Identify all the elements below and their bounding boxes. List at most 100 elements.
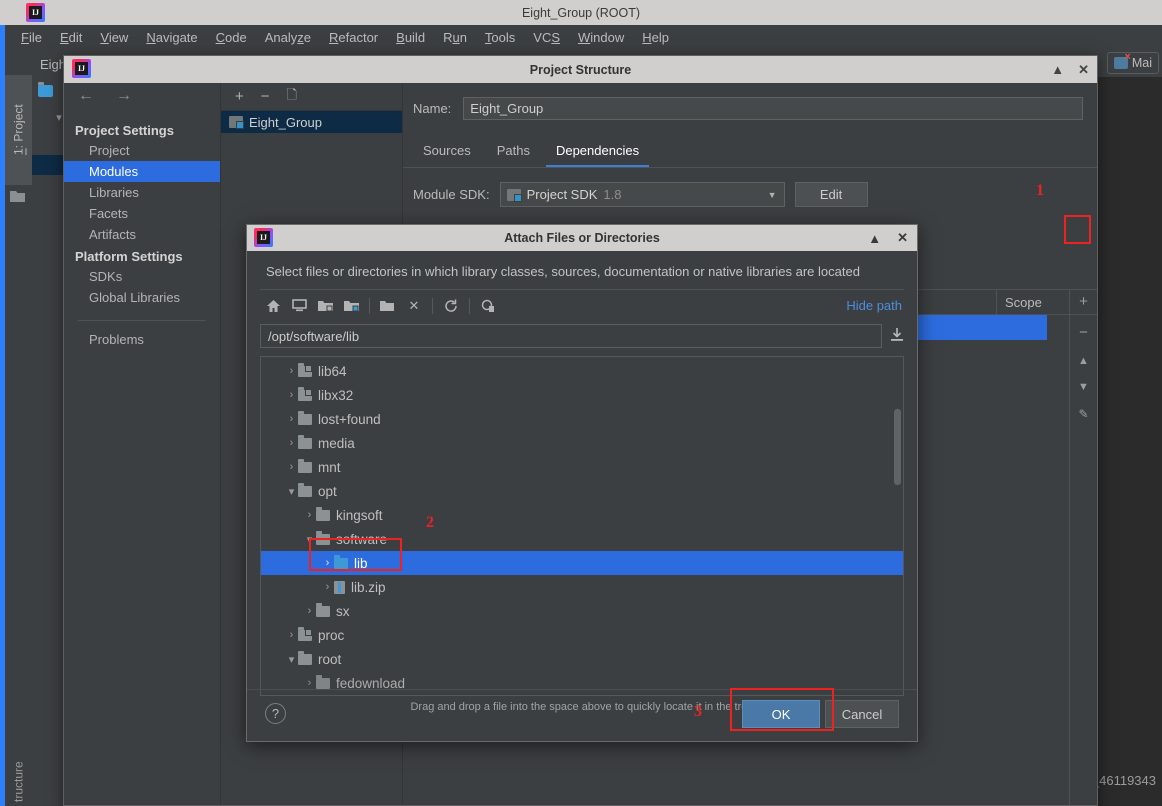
file-tree-row[interactable]: › proc — [261, 623, 903, 647]
close-icon[interactable]: ✕ — [1078, 62, 1089, 78]
copy-icon[interactable]: 🗋 — [287, 86, 297, 108]
chevron-right-icon[interactable]: › — [285, 629, 298, 641]
collapse-icon[interactable]: ▲ — [1051, 62, 1064, 77]
attach-dialog-titlebar: IJ Attach Files or Directories ▲ ✕ — [247, 225, 917, 251]
arrow-right-icon[interactable]: → — [116, 87, 132, 105]
refresh-icon[interactable] — [438, 293, 464, 319]
menu-item-view[interactable]: View — [91, 28, 137, 47]
chevron-right-icon[interactable]: › — [285, 389, 298, 401]
zip-icon — [334, 580, 345, 594]
file-tree-row[interactable]: › lib.zip — [261, 575, 903, 599]
remove-icon[interactable]: − — [1079, 324, 1088, 341]
download-arrow-icon[interactable] — [890, 327, 904, 345]
cancel-button[interactable]: Cancel — [825, 700, 899, 728]
menu-item-edit[interactable]: Edit — [51, 28, 91, 47]
chevron-down-icon[interactable]: ▾ — [285, 653, 298, 666]
file-tree-row[interactable]: ▾ root — [261, 647, 903, 671]
tool-tab-project[interactable]: 1: Project — [5, 75, 32, 185]
file-tree[interactable]: › lib64 › libx32 › lost+found › media › … — [260, 356, 904, 696]
dialog-title: Attach Files or Directories — [504, 231, 660, 245]
collapse-icon[interactable]: ▲ — [868, 231, 881, 246]
arrow-left-icon[interactable]: ← — [78, 87, 94, 105]
file-tree-row[interactable]: › media — [261, 431, 903, 455]
menu-item-file[interactable]: File — [12, 28, 51, 47]
sidebar-item-sdks[interactable]: SDKs — [64, 266, 220, 287]
chevron-right-icon[interactable]: › — [285, 437, 298, 449]
menu-item-window[interactable]: Window — [569, 28, 633, 47]
file-tree-row[interactable]: › libx32 — [261, 383, 903, 407]
menu-item-vcs[interactable]: VCS — [524, 28, 569, 47]
annotation-box-add-button — [1064, 215, 1091, 244]
chevron-right-icon[interactable]: › — [303, 605, 316, 617]
chevron-right-icon[interactable]: › — [303, 509, 316, 521]
menu-item-help[interactable]: Help — [633, 28, 678, 47]
sidebar-item-project[interactable]: Project — [64, 140, 220, 161]
file-tree-row[interactable]: › lost+found — [261, 407, 903, 431]
delete-icon[interactable]: ✕ — [401, 293, 427, 319]
header-scope: Scope — [1005, 294, 1042, 310]
folder-icon — [10, 190, 25, 202]
folder-link-icon — [298, 386, 312, 401]
file-name: lib64 — [318, 363, 347, 379]
move-up-icon[interactable]: ▲ — [1078, 355, 1089, 367]
path-input[interactable]: /opt/software/lib — [260, 324, 882, 348]
module-folder-icon[interactable] — [338, 293, 364, 319]
file-tree-row[interactable]: › kingsoft — [261, 503, 903, 527]
project-folder-icon[interactable] — [312, 293, 338, 319]
module-name-input[interactable]: Eight_Group — [463, 97, 1084, 120]
folder-icon — [298, 434, 312, 449]
file-name: opt — [318, 483, 337, 499]
menu-item-build[interactable]: Build — [387, 28, 434, 47]
chevron-right-icon[interactable]: › — [285, 461, 298, 473]
close-icon[interactable]: ✕ — [897, 230, 908, 246]
main-toolbar-button[interactable]: Mai — [1106, 51, 1159, 74]
remove-icon[interactable]: − — [261, 88, 270, 105]
file-name: lost+found — [318, 411, 381, 427]
menu-item-refactor[interactable]: Refactor — [320, 28, 387, 47]
modules-toolbar: + − 🗋 — [221, 83, 402, 111]
file-tree-scrollbar[interactable] — [894, 409, 901, 485]
show-hidden-icon[interactable] — [475, 293, 501, 319]
sidebar-item-artifacts[interactable]: Artifacts — [64, 224, 220, 245]
chevron-down-icon[interactable]: ▾ — [285, 485, 298, 498]
menu-item-tools[interactable]: Tools — [476, 28, 524, 47]
add-icon[interactable]: + — [235, 88, 244, 105]
edit-pencil-icon[interactable]: ✎ — [1078, 407, 1088, 421]
sidebar-item-libraries[interactable]: Libraries — [64, 182, 220, 203]
move-down-icon[interactable]: ▼ — [1078, 381, 1089, 393]
file-tree-row[interactable]: › lib64 — [261, 359, 903, 383]
menu-item-run[interactable]: Run — [434, 28, 476, 47]
module-sdk-select[interactable]: Project SDK 1.8 ▼ — [499, 182, 785, 207]
sidebar-item-global-libraries[interactable]: Global Libraries — [64, 287, 220, 308]
chevron-right-icon[interactable]: › — [285, 365, 298, 377]
module-list-item[interactable]: Eight_Group — [221, 111, 402, 133]
tab-dependencies[interactable]: Dependencies — [545, 138, 650, 167]
annotation-box-lib-folder — [309, 538, 402, 571]
desktop-icon[interactable] — [286, 293, 312, 319]
chevron-right-icon[interactable]: › — [321, 581, 334, 593]
file-tree-row[interactable]: ▾ opt — [261, 479, 903, 503]
add-icon[interactable]: + — [1079, 293, 1088, 310]
menu-item-analyze[interactable]: Analyze — [256, 28, 320, 47]
sidebar-item-facets[interactable]: Facets — [64, 203, 220, 224]
home-icon[interactable] — [260, 293, 286, 319]
chevron-right-icon[interactable]: › — [303, 677, 316, 689]
project-tree-root[interactable] — [38, 81, 53, 101]
tab-paths[interactable]: Paths — [487, 138, 540, 167]
tab-sources[interactable]: Sources — [413, 138, 481, 167]
tool-tab-structure[interactable]: tructure — [5, 740, 32, 806]
file-tree-row[interactable]: › mnt — [261, 455, 903, 479]
intellij-logo-icon: IJ — [254, 228, 273, 247]
sidebar-item-modules[interactable]: Modules — [64, 161, 220, 182]
file-tree-row[interactable]: › sx — [261, 599, 903, 623]
menu-item-code[interactable]: Code — [207, 28, 256, 47]
window-titlebar: IJ Eight_Group (ROOT) — [0, 0, 1162, 25]
edit-sdk-button[interactable]: Edit — [794, 182, 868, 207]
sidebar-item-problems[interactable]: Problems — [64, 329, 220, 350]
chevron-down-icon[interactable]: ▼ — [768, 190, 777, 200]
help-button[interactable]: ? — [265, 703, 286, 724]
new-folder-icon[interactable] — [375, 293, 401, 319]
hide-path-link[interactable]: Hide path — [846, 298, 902, 313]
chevron-right-icon[interactable]: › — [285, 413, 298, 425]
menu-item-navigate[interactable]: Navigate — [137, 28, 206, 47]
